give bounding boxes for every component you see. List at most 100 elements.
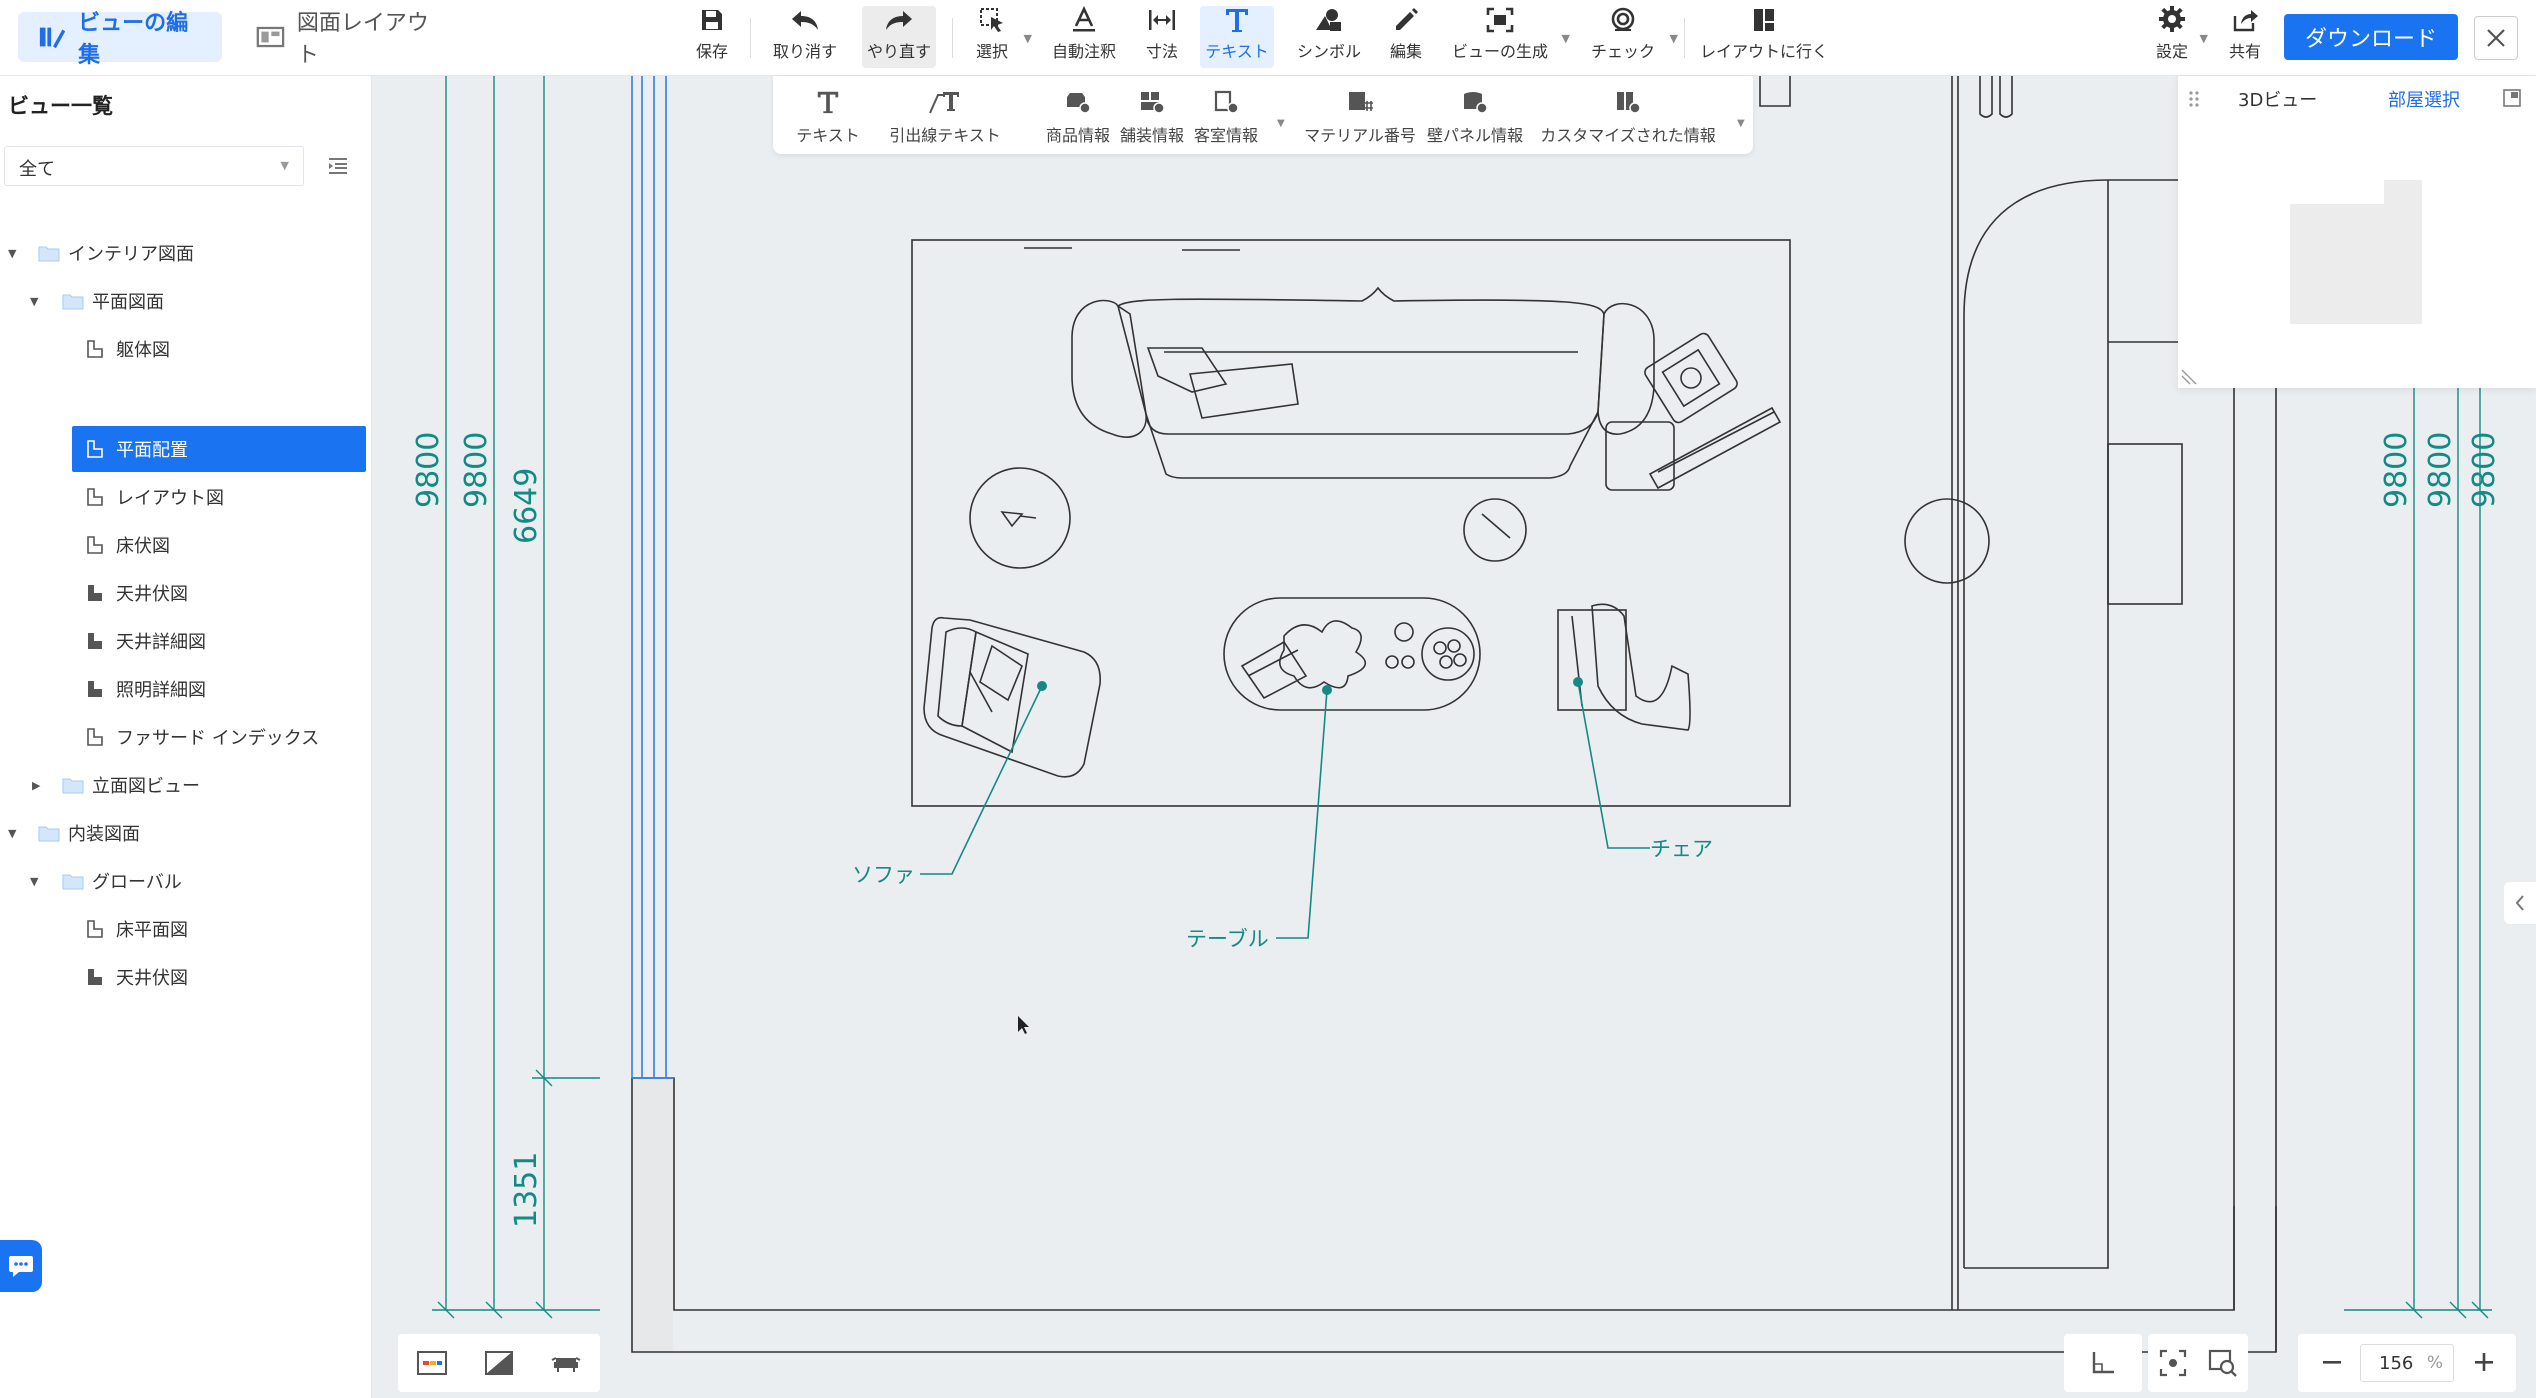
auto-annotate-button[interactable]: 自動注釈 [1050,6,1118,68]
symbol-icon [1314,6,1344,34]
fruit-bowl [1421,627,1475,681]
resize-handle-icon[interactable] [2180,368,2198,386]
dimension-value[interactable]: 9800 [459,432,494,508]
minimize-panel-icon[interactable] [2502,88,2522,108]
tree-view-floor-framing[interactable]: 床伏図 [0,522,372,568]
view-icon [87,440,103,458]
redo-button[interactable]: やり直す [862,6,936,68]
cup [1394,622,1414,642]
dropdown-caret-icon: ▼ [2199,32,2208,45]
folder-icon [62,874,84,890]
check-button[interactable]: チェック ▼ [1588,6,1678,68]
leader-text-button[interactable]: 引出線テキスト [885,86,1005,146]
room-info-button[interactable]: 客室情報 ▼ [1191,86,1285,146]
sofa-arm-left [1071,299,1147,438]
cushion [1146,347,1228,393]
furniture-toggle-icon[interactable] [550,1350,582,1376]
view-icon [87,920,103,938]
fruit [1439,655,1453,669]
view-filter-select[interactable]: 全て ▼ [4,146,304,186]
tree-view-ceiling-plan[interactable]: 天井伏図 [0,570,372,616]
collapse-tree-icon[interactable] [326,154,350,178]
axis-corner-icon [2092,1352,2114,1374]
room-3d-preview[interactable] [2290,180,2422,324]
dropdown-caret-icon: ▼ [1277,118,1285,129]
tree-view-ceiling-detail[interactable]: 天井詳細図 [0,618,372,664]
tree-folder-interior-finish[interactable]: ▼ 内装図面 [0,810,372,856]
generate-view-button[interactable]: ビューの生成 ▼ [1450,6,1570,68]
dimension-icon [1147,6,1177,34]
label-chair[interactable]: チェア [1650,837,1713,861]
folder-icon [62,294,84,310]
mode-tab-label: ビューの編集 [78,11,189,68]
drag-handle-icon[interactable] [2188,90,2200,112]
zoom-out-button[interactable] [2312,1342,2352,1382]
tree-folder-elevation-views[interactable]: ▶ 立面図ビュー [0,762,372,808]
plant-decor [1000,511,1037,528]
tree-folder-floor-plans[interactable]: ▼ 平面図面 [0,278,372,324]
zoom-value: 156 [2379,1352,2414,1374]
material-number-button[interactable]: マテリアル番号 [1301,86,1419,146]
wall-panel-info-button[interactable]: 壁パネル情報 [1425,86,1525,146]
ottoman [1605,421,1675,491]
mode-tab-drawing-layout[interactable]: 図面レイアウト [236,11,456,68]
view-icon [87,536,103,554]
tab-3d-view[interactable]: 3Dビュー [2238,86,2317,112]
tree-view-layout[interactable]: レイアウト図 [0,474,372,520]
undo-button[interactable]: 取り消す [768,6,842,68]
tree-view-floor-layout[interactable]: 平面配置 [72,426,366,472]
tab-room-select[interactable]: 部屋選択 [2388,86,2460,112]
zoom-in-button[interactable] [2464,1342,2504,1382]
layer-color-icon[interactable] [416,1350,448,1376]
dimension-button[interactable]: 寸法 [1142,6,1182,68]
layout-icon [256,26,285,48]
edit-button[interactable]: 編集 [1388,6,1424,68]
chat-support-button[interactable] [0,1240,42,1292]
go-to-layout-button[interactable]: レイアウトに行く [1698,6,1830,68]
text-tool-button[interactable]: テキスト [1200,6,1274,68]
tree-view-structure[interactable]: 躯体図 [0,326,372,372]
select-tool-button[interactable]: 選択 ▼ [970,6,1032,68]
symbol-button[interactable]: シンボル [1294,6,1364,68]
zoom-input[interactable]: 156 % [2360,1344,2454,1382]
tree-folder-interior-drawings[interactable]: ▼ インテリア図面 [0,230,372,276]
expand-arrow-icon: ▼ [8,246,17,260]
tree-view-global-ceiling-plan[interactable]: 天井伏図 [0,954,372,1000]
ceiling-view-icon [88,969,102,985]
settings-button[interactable]: 設定 ▼ [2152,6,2208,68]
fruit [1433,641,1447,655]
dimension-value[interactable]: 9800 [411,432,446,508]
expand-right-panel-button[interactable] [2504,882,2536,924]
chevron-left-icon [2515,895,2524,911]
download-button[interactable]: ダウンロード [2284,14,2458,60]
tree-view-facade-index[interactable]: ファサード インデックス [0,714,372,760]
books [1240,640,1308,700]
tree-folder-global[interactable]: ▼ グローバル [0,858,372,904]
ceiling-view-icon [88,681,102,697]
hanger-shape [1979,76,2013,118]
text-button[interactable]: テキスト [793,86,863,146]
dropdown-caret-icon: ▼ [1737,118,1745,129]
dimension-value[interactable]: 1351 [509,1152,544,1228]
axis-toggle-button[interactable] [2064,1334,2142,1392]
dimension-value[interactable]: 9800 [2379,432,2414,508]
dimension-value[interactable]: 9800 [2467,432,2502,508]
mode-tab-edit-view[interactable]: ビューの編集 [18,11,222,68]
share-button[interactable]: 共有 [2226,6,2264,68]
custom-info-button[interactable]: カスタマイズされた情報 ▼ [1533,86,1745,146]
product-info-button[interactable]: 商品情報 [1043,86,1113,146]
fill-toggle-icon[interactable] [483,1349,515,1377]
outer-wall [631,1078,2277,1353]
label-table[interactable]: テーブル [1186,927,1269,951]
close-button[interactable] [2474,16,2518,60]
dimension-value[interactable]: 9800 [2423,432,2458,508]
fit-view-icon[interactable] [2158,1348,2188,1378]
ceiling-view-icon [88,633,102,649]
tree-view-global-floor-plan[interactable]: 床平面図 [0,906,372,952]
dimension-value[interactable]: 6649 [509,468,544,544]
save-button[interactable]: 保存 [690,6,734,68]
label-sofa[interactable]: ソファ [852,863,915,887]
tree-view-lighting-detail[interactable]: 照明詳細図 [0,666,372,712]
zoom-region-icon[interactable] [2207,1348,2239,1378]
finish-info-button[interactable]: 舗装情報 [1117,86,1187,146]
